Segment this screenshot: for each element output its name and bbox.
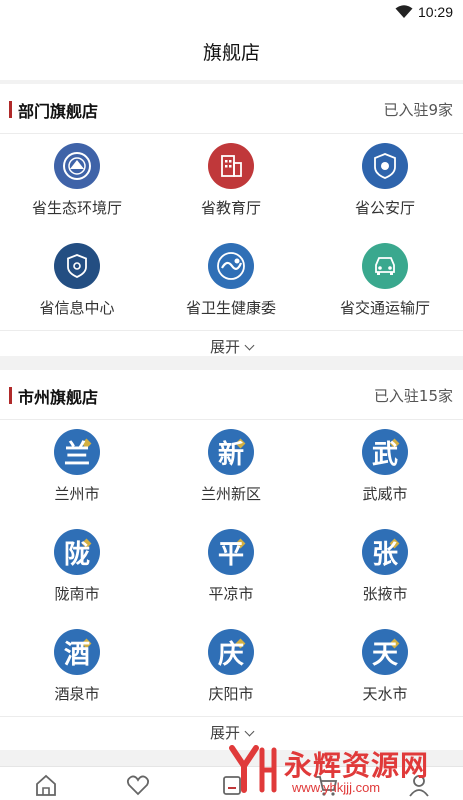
page-title: 旗舰店 (202, 42, 260, 64)
dept-label: 省教育厅 (200, 199, 261, 217)
city-item[interactable]: 兰 兰州市 (0, 429, 154, 504)
dept-label: 省信息中心 (39, 299, 115, 317)
dept-label: 省交通运输厅 (339, 299, 430, 317)
city-item[interactable]: 庆 庆阳市 (154, 629, 308, 704)
home-icon[interactable] (32, 771, 60, 799)
ministry-emblem-icon (54, 143, 100, 189)
watermark-text: 永辉资源网 (284, 749, 430, 782)
section-count: 已入驻9家 (383, 101, 453, 119)
dept-item-edu[interactable]: 省教育厅 (154, 143, 308, 218)
dept-label: 省生态环境厅 (31, 199, 122, 217)
city-item[interactable]: 酒 酒泉市 (0, 629, 154, 704)
dept-item-info[interactable]: 省信息中心 (0, 243, 154, 318)
city-logo-icon: 酒 (54, 629, 100, 675)
dept-label: 省公安厅 (354, 199, 415, 217)
expand-label: 展开 (209, 338, 240, 356)
car-icon (362, 243, 408, 289)
city-item[interactable]: 天 天水市 (308, 629, 462, 704)
shield-icon (54, 243, 100, 289)
section-count: 已入驻15家 (373, 387, 453, 405)
city-label: 庆阳市 (208, 685, 254, 703)
city-label: 陇南市 (54, 585, 100, 603)
city-logo-icon: 武 (362, 429, 408, 475)
status-bar: 10:29 (0, 0, 463, 26)
city-label: 天水市 (362, 685, 408, 703)
dept-item-env[interactable]: 省生态环境厅 (0, 143, 154, 218)
city-label: 平凉市 (208, 585, 254, 603)
city-label: 兰州新区 (200, 485, 261, 503)
city-logo-icon: 新 (208, 429, 254, 475)
city-label: 武威市 (362, 485, 408, 503)
city-logo-icon: 平 (208, 529, 254, 575)
city-item[interactable]: 陇 陇南市 (0, 529, 154, 604)
health-logo-icon (208, 243, 254, 289)
section-accent-bar (9, 387, 12, 404)
chevron-down-icon (244, 726, 255, 737)
city-label: 酒泉市 (54, 685, 100, 703)
city-logo-icon: 张 (362, 529, 408, 575)
city-section: 市州旗舰店 已入驻15家 兰 兰州市 新 兰州新区 武 武威市 陇 陇南市 平 … (0, 370, 463, 750)
chevron-down-icon (244, 340, 255, 351)
wifi-icon (395, 5, 413, 18)
city-logo-icon: 天 (362, 629, 408, 675)
heart-icon[interactable] (124, 771, 152, 799)
watermark-logo-icon (229, 745, 277, 793)
watermark: 永辉资源网 www.yhkjjj.com (222, 738, 460, 798)
watermark-url: www.yhkjjj.com (292, 780, 381, 795)
dept-section: 部门旗舰店 已入驻9家 省生态环境厅 省教育厅 省公安厅 省信息中心 省卫生健康… (0, 84, 463, 356)
dept-expand-button[interactable]: 展开 (0, 330, 463, 364)
city-item[interactable]: 张 张掖市 (308, 529, 462, 604)
section-header: 市州旗舰店 已入驻15家 (0, 370, 463, 420)
dept-item-police[interactable]: 省公安厅 (308, 143, 462, 218)
city-item[interactable]: 新 兰州新区 (154, 429, 308, 504)
city-item[interactable]: 武 武威市 (308, 429, 462, 504)
city-logo-icon: 陇 (54, 529, 100, 575)
section-header: 部门旗舰店 已入驻9家 (0, 84, 463, 134)
dept-item-transport[interactable]: 省交通运输厅 (308, 243, 462, 318)
city-logo-icon: 兰 (54, 429, 100, 475)
building-icon (208, 143, 254, 189)
city-logo-icon: 庆 (208, 629, 254, 675)
dept-label: 省卫生健康委 (185, 299, 276, 317)
police-badge-icon (362, 143, 408, 189)
section-title: 部门旗舰店 (18, 102, 99, 121)
city-item[interactable]: 平 平凉市 (154, 529, 308, 604)
header: 旗舰店 (0, 26, 463, 80)
clock: 10:29 (417, 4, 453, 20)
dept-item-health[interactable]: 省卫生健康委 (154, 243, 308, 318)
section-accent-bar (9, 101, 12, 118)
city-label: 兰州市 (54, 485, 100, 503)
city-label: 张掖市 (362, 585, 408, 603)
section-title: 市州旗舰店 (18, 388, 99, 407)
